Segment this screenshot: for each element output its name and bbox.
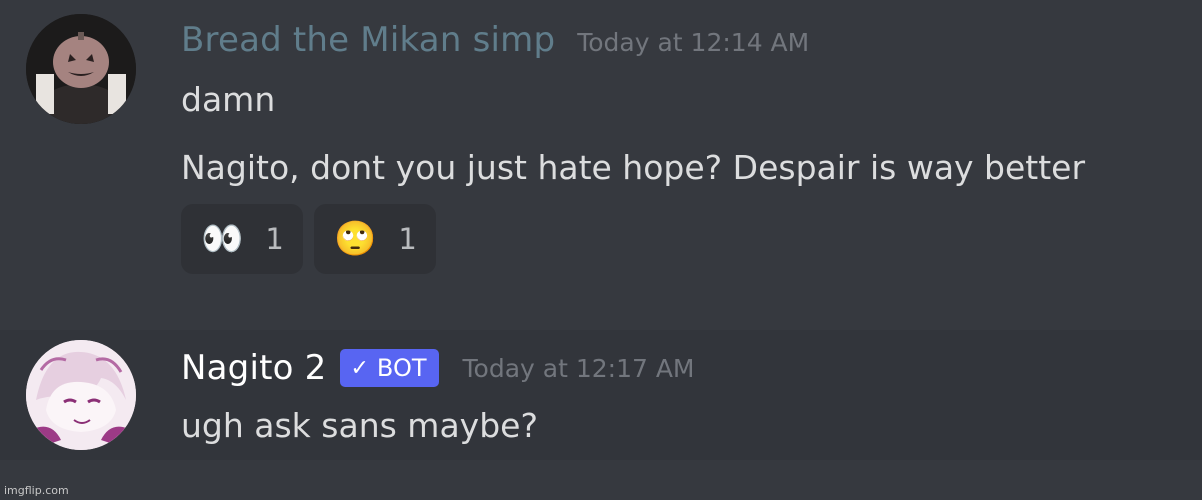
- eyes-emoji-icon: 👀: [201, 219, 244, 259]
- timestamp[interactable]: Today at 12:14 AM: [577, 28, 809, 57]
- timestamp[interactable]: Today at 12:17 AM: [463, 354, 695, 383]
- checkmark-icon: ✓: [350, 355, 369, 381]
- watermark: imgflip.com: [4, 484, 69, 497]
- message-group-bread: Bread the Mikan simp Today at 12:14 AM d…: [0, 0, 1202, 330]
- username[interactable]: Bread the Mikan simp: [181, 20, 555, 60]
- reaction-count: 1: [398, 222, 417, 256]
- bot-badge-label: BOT: [376, 354, 427, 382]
- username[interactable]: Nagito 2: [181, 348, 326, 388]
- reactions-bar: 👀 1 🙄 1: [181, 204, 436, 274]
- avatar[interactable]: [26, 340, 136, 450]
- reaction-eye-roll[interactable]: 🙄 1: [314, 204, 436, 274]
- eye-roll-emoji-icon: 🙄: [334, 219, 377, 259]
- message-group-nagito: Nagito 2 ✓ BOT Today at 12:17 AM ugh ask…: [0, 330, 1202, 460]
- bottom-strip: [0, 460, 1202, 500]
- reaction-eyes[interactable]: 👀 1: [181, 204, 303, 274]
- message-text: damn: [181, 80, 276, 119]
- pumpkin-avatar-icon: [26, 14, 136, 124]
- message-text: ugh ask sans maybe?: [181, 406, 538, 445]
- message-header: Nagito 2 ✓ BOT Today at 12:17 AM: [181, 348, 695, 388]
- reaction-count: 1: [265, 222, 284, 256]
- message-text: Nagito, dont you just hate hope? Despair…: [181, 148, 1086, 187]
- bot-badge: ✓ BOT: [340, 349, 439, 387]
- anime-avatar-icon: [26, 340, 136, 450]
- avatar[interactable]: [26, 14, 136, 124]
- message-header: Bread the Mikan simp Today at 12:14 AM: [181, 20, 809, 60]
